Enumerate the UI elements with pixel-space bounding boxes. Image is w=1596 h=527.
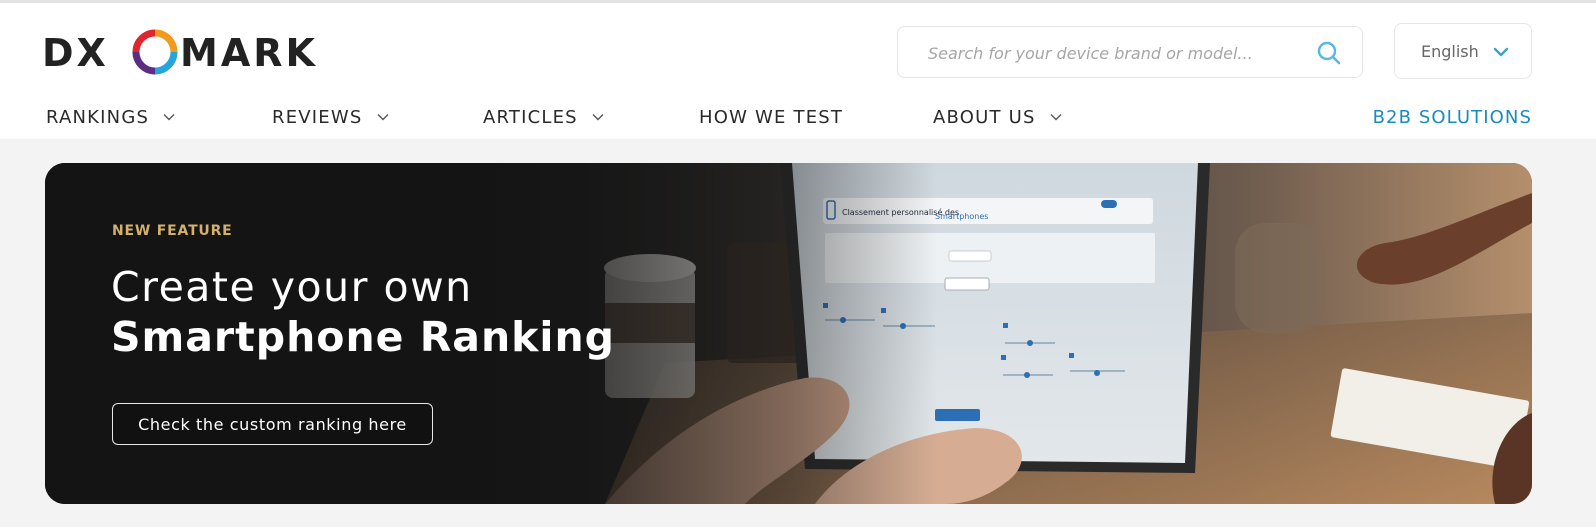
main-nav: RANKINGS REVIEWS ARTICLES HOW WE TEST AB…: [0, 102, 1596, 136]
search-box[interactable]: [897, 26, 1363, 78]
nav-label: ABOUT US: [933, 106, 1036, 128]
custom-ranking-button[interactable]: Check the custom ranking here: [112, 403, 433, 445]
nav-label: RANKINGS: [46, 106, 150, 128]
site-header: DX MARK English RANKINGS REVIEWS: [0, 3, 1596, 139]
search-icon[interactable]: [1316, 40, 1342, 66]
search-input[interactable]: [928, 39, 1318, 67]
dxomark-logo[interactable]: DX MARK: [42, 29, 356, 75]
banner-headline-line1: Create your own: [111, 263, 473, 311]
hero-banner: Classement personnalisé des Smartphones …: [45, 163, 1532, 504]
svg-text:DX: DX: [42, 31, 109, 75]
nav-label: REVIEWS: [272, 106, 363, 128]
nav-reviews[interactable]: REVIEWS: [272, 102, 389, 132]
chevron-down-icon: [592, 114, 604, 121]
chevron-down-icon: [163, 114, 175, 121]
banner-kicker: NEW FEATURE: [112, 223, 233, 239]
nav-b2b-solutions[interactable]: B2B SOLUTIONS: [1373, 102, 1532, 132]
nav-articles[interactable]: ARTICLES: [483, 102, 604, 132]
nav-label: HOW WE TEST: [699, 106, 844, 128]
chevron-down-icon: [1050, 114, 1062, 121]
banner-headline-line2: Smartphone Ranking: [111, 313, 615, 361]
nav-about-us[interactable]: ABOUT US: [933, 102, 1062, 132]
chevron-down-icon: [377, 114, 388, 121]
chevron-down-icon: [1493, 47, 1509, 57]
svg-text:MARK: MARK: [180, 31, 318, 75]
nav-how-we-test[interactable]: HOW WE TEST: [699, 102, 843, 132]
language-label: English: [1421, 42, 1479, 61]
language-selector[interactable]: English: [1394, 23, 1532, 79]
nav-rankings[interactable]: RANKINGS: [46, 102, 175, 132]
nav-label: ARTICLES: [483, 106, 578, 128]
